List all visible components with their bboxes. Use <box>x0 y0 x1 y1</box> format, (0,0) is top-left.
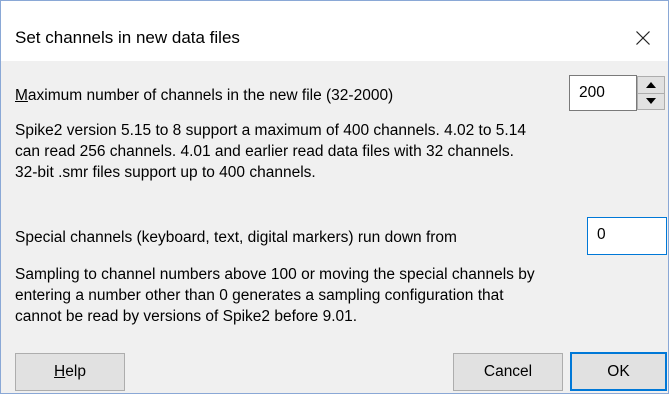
triangle-down-icon <box>646 98 656 105</box>
close-icon <box>636 31 650 45</box>
special-channels-input[interactable]: 0 <box>587 217 667 255</box>
help-button-accelerator: H <box>54 363 66 380</box>
max-channels-input[interactable]: 200 <box>569 75 637 111</box>
spin-up-button[interactable] <box>637 76 665 94</box>
version-info-text: Spike2 version 5.15 to 8 support a maxim… <box>15 122 526 181</box>
max-channels-label-text: aximum number of channels in the new fil… <box>27 87 394 104</box>
help-button-label: elp <box>65 363 86 380</box>
help-button[interactable]: Help <box>15 353 125 391</box>
triangle-up-icon <box>646 81 656 88</box>
close-button[interactable] <box>628 23 658 53</box>
ok-button[interactable]: OK <box>570 352 667 391</box>
max-channels-label-accelerator: M <box>15 87 28 104</box>
cancel-button[interactable]: Cancel <box>453 353 563 391</box>
special-channels-label: Special channels (keyboard, text, digita… <box>15 229 457 246</box>
sampling-info-text: Sampling to channel numbers above 100 or… <box>15 266 535 325</box>
max-channels-label: Maximum number of channels in the new fi… <box>15 85 393 106</box>
max-channels-spinner[interactable] <box>637 76 665 110</box>
dialog-title: Set channels in new data files <box>15 28 240 47</box>
spin-down-button[interactable] <box>637 93 665 110</box>
title-bar[interactable]: Set channels in new data files <box>1 1 668 61</box>
dialog-window: Set channels in new data files Maximum n… <box>0 0 669 394</box>
